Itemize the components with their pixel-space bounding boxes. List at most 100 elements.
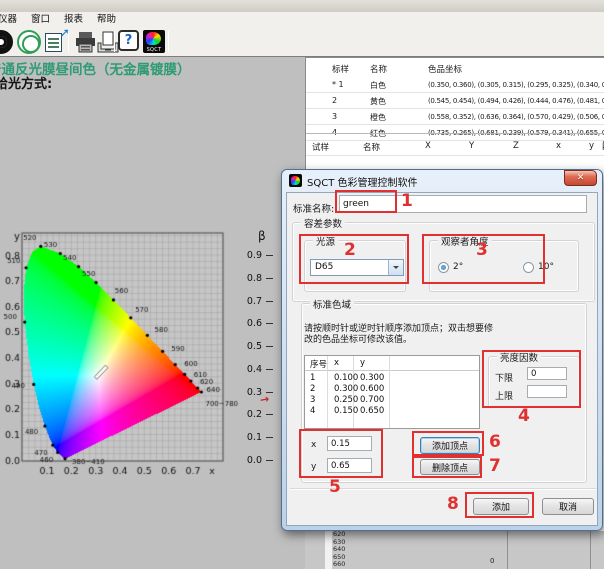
- annotation-number: 2: [344, 240, 356, 260]
- annotation-box-7: [412, 456, 482, 478]
- beta-tick-mark: [266, 414, 273, 415]
- menu-item[interactable]: 帮助: [90, 12, 123, 28]
- beta-tick-label: 0.7: [240, 296, 262, 307]
- beta-tick-label: 0.4: [240, 364, 262, 375]
- column-header: 名称: [363, 141, 380, 153]
- annotation-number: 5: [329, 477, 341, 497]
- print-preview-icon[interactable]: [96, 30, 120, 54]
- table-cell: 橙色: [370, 112, 386, 123]
- beta-tick-label: 0.1: [240, 432, 262, 443]
- table-cell: 黄色: [370, 96, 386, 107]
- vertex-cell[interactable]: 4: [310, 406, 315, 416]
- vertex-cell[interactable]: 3: [310, 395, 315, 405]
- report-export-icon[interactable]: ➚: [44, 30, 68, 54]
- window-titlebar: [0, 0, 604, 12]
- sqct-logo-icon[interactable]: SQCT: [143, 30, 165, 53]
- wavelength-row: 640: [333, 546, 345, 553]
- annotation-box-6: [412, 431, 484, 456]
- annotation-box-8: [465, 492, 534, 518]
- menu-item[interactable]: 仪器: [0, 12, 24, 28]
- spectral-readout-strip: 0 620630640650660: [305, 531, 604, 569]
- beta-tick-mark: [266, 255, 273, 256]
- vertex-table[interactable]: 序号 x y 1 0.1000.300 2 0.3000.600 3 0.2500.700 4 0.…: [304, 355, 480, 429]
- menu-bar: 仪器窗口报表帮助: [0, 12, 604, 28]
- table-cell: * 1: [332, 80, 344, 89]
- beta-tick-mark: [266, 346, 273, 347]
- beta-tick-label: 0.5: [240, 341, 262, 352]
- beta-tick-label: 0.8: [240, 273, 262, 284]
- column-header: 试样: [312, 141, 329, 153]
- beta-tick-mark: [266, 278, 273, 279]
- column-header: x: [556, 141, 561, 151]
- vertex-cell[interactable]: 0.250: [334, 395, 358, 405]
- close-icon[interactable]: ✕: [564, 170, 597, 186]
- toolbar-separator: [168, 31, 169, 52]
- beta-tick-mark: [266, 301, 273, 302]
- vertex-cell[interactable]: 1: [310, 373, 315, 383]
- annotation-number: 3: [476, 240, 488, 260]
- cie-chromaticity-diagram: [0, 228, 250, 480]
- table-cell: 3: [332, 112, 337, 121]
- help-icon[interactable]: ?: [118, 30, 139, 51]
- beta-tick-label: 0.2: [240, 409, 262, 420]
- beta-tick-label: 0.9: [240, 250, 262, 261]
- beta-axis: β0.90.80.70.60.50.40.30.20.10.0: [240, 228, 280, 480]
- table-row[interactable]: 2黄色(0.545, 0.454), (0.494, 0.426), (0.44…: [306, 92, 604, 108]
- beta-tick-label: 0.6: [240, 318, 262, 329]
- vertex-cell[interactable]: 0.300: [360, 373, 384, 383]
- beta-tick-label: 0.0: [240, 455, 262, 466]
- column-header: 色品坐标: [428, 63, 462, 75]
- red-arrow-annotation: →: [259, 392, 270, 406]
- dialog-app-icon: [289, 174, 302, 187]
- vertex-cell[interactable]: 0.650: [360, 406, 384, 416]
- column-header: 名称: [370, 63, 387, 75]
- menu-item[interactable]: 窗口: [24, 12, 57, 28]
- readout-value: 0: [490, 557, 494, 565]
- vertex-cell[interactable]: 0.150: [334, 406, 358, 416]
- column-header: X: [425, 141, 431, 151]
- annotation-number: 7: [489, 456, 501, 476]
- cancel-button[interactable]: 取消: [542, 498, 594, 515]
- beta-tick-mark: [266, 323, 273, 324]
- vertex-column-header: y: [360, 358, 365, 368]
- print-icon[interactable]: [74, 30, 98, 54]
- vertex-cell[interactable]: 0.300: [334, 384, 358, 394]
- beta-tick-mark: [266, 460, 273, 461]
- column-header: y: [589, 141, 594, 151]
- table-cell: 2: [332, 96, 337, 105]
- column-header: Y: [469, 141, 474, 151]
- standard-name-label: 标准名称:: [293, 201, 334, 215]
- beta-tick-mark: [266, 369, 273, 370]
- target-icon[interactable]: [0, 30, 13, 54]
- toolbar-separator: [68, 31, 69, 52]
- column-header: 标样: [332, 63, 349, 75]
- annotation-number: 1: [401, 191, 413, 211]
- annotation-box-1: [335, 190, 397, 213]
- vertex-column-header: x: [334, 358, 339, 368]
- toolbar: ➚ ? SQCT: [0, 28, 604, 57]
- beta-axis-label: β: [258, 229, 266, 243]
- annotation-box-4: [482, 350, 581, 408]
- table-cell: (0.558, 0.352), (0.636, 0.364), (0.570, …: [428, 113, 604, 121]
- vertex-column-header: 序号: [310, 358, 327, 370]
- colorimeter-icon[interactable]: [17, 30, 41, 54]
- vertex-cell[interactable]: 0.700: [360, 395, 384, 405]
- column-header: Z: [513, 141, 519, 151]
- wavelength-row: 660: [333, 561, 345, 568]
- annotation-number: 4: [518, 406, 530, 426]
- sqct-logo-text: SQCT: [143, 47, 165, 53]
- vertex-cell[interactable]: 0.100: [334, 373, 358, 383]
- dialog-title: SQCT 色彩管理控制软件: [307, 174, 418, 189]
- table-row[interactable]: * 1白色(0.350, 0.360), (0.305, 0.315), (0.…: [306, 76, 604, 92]
- instruction-text: 改的色品坐标可修改该值。: [304, 332, 412, 345]
- annotation-number: 6: [489, 432, 501, 452]
- table-cell: 白色: [370, 80, 386, 91]
- table-row[interactable]: 3 橙色 (0.558, 0.352), (0.636, 0.364), (0.57…: [306, 108, 604, 124]
- vertex-cell[interactable]: 2: [310, 384, 315, 394]
- annotation-box-5: [299, 429, 383, 478]
- vertex-cell[interactable]: 0.600: [360, 384, 384, 394]
- app-window: 仪器窗口报表帮助 ➚: [0, 0, 604, 569]
- table-row[interactable]: 4红色(0.735, 0.265), (0.681, 0.239), (0.57…: [306, 124, 604, 140]
- toolbar-separator: [114, 31, 115, 52]
- wavelength-row: 620: [333, 531, 345, 538]
